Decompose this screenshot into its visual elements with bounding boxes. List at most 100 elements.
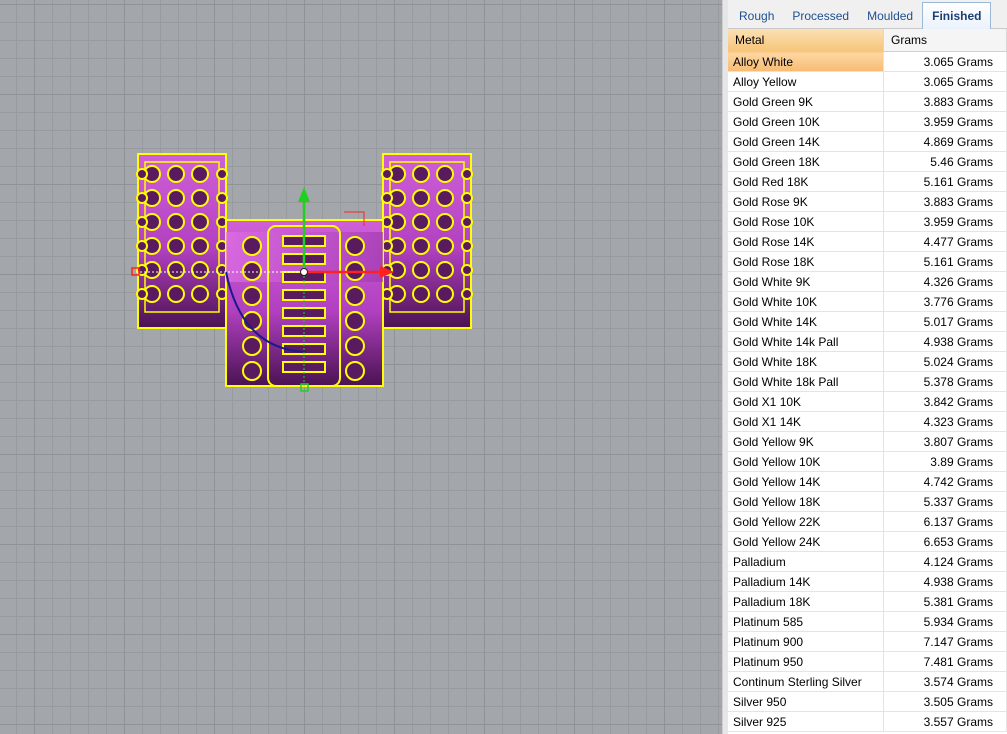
table-row[interactable]: Palladium 4.124 Grams xyxy=(728,551,1007,572)
metal-cell: Gold White 14K xyxy=(728,311,884,332)
metal-cell: Alloy Yellow xyxy=(728,71,884,92)
table-row[interactable]: Gold Green 14K 4.869 Grams xyxy=(728,131,1007,152)
table-row[interactable]: Gold White 9K 4.326 Grams xyxy=(728,271,1007,292)
grams-cell: 3.505 Grams xyxy=(883,691,1007,712)
table-row[interactable]: Gold Rose 18K 5.161 Grams xyxy=(728,251,1007,272)
grams-cell: 3.842 Grams xyxy=(883,391,1007,412)
metal-cell: Gold Rose 9K xyxy=(728,191,884,212)
metal-weight-table: Metal Grams Alloy White 3.065 Grams Alloy … xyxy=(728,29,1007,732)
table-row[interactable]: Gold Rose 10K 3.959 Grams xyxy=(728,211,1007,232)
table-row[interactable]: Gold White 18k Pall 5.378 Grams xyxy=(728,371,1007,392)
metal-cell: Continum Sterling Silver xyxy=(728,671,884,692)
grams-cell: 3.776 Grams xyxy=(883,291,1007,312)
grams-cell: 5.017 Grams xyxy=(883,311,1007,332)
table-row[interactable]: Gold Rose 9K 3.883 Grams xyxy=(728,191,1007,212)
grams-cell: 4.938 Grams xyxy=(883,571,1007,592)
grams-cell: 5.024 Grams xyxy=(883,351,1007,372)
weight-panel: Rough Processed Moulded Finished Metal G… xyxy=(728,0,1007,734)
metal-cell: Gold Green 18K xyxy=(728,151,884,172)
grams-cell: 3.574 Grams xyxy=(883,671,1007,692)
table-row[interactable]: Platinum 900 7.147 Grams xyxy=(728,631,1007,652)
metal-cell: Silver 925 xyxy=(728,711,884,732)
metal-cell: Gold Green 10K xyxy=(728,111,884,132)
ring-left-block xyxy=(136,153,228,329)
tab-finished[interactable]: Finished xyxy=(922,2,992,29)
grams-cell: 3.065 Grams xyxy=(883,71,1007,92)
metal-cell: Gold Rose 10K xyxy=(728,211,884,232)
table-row[interactable]: Gold Yellow 9K 3.807 Grams xyxy=(728,431,1007,452)
weight-tabs: Rough Processed Moulded Finished xyxy=(728,0,1007,29)
tab-processed[interactable]: Processed xyxy=(783,4,858,28)
tab-rough[interactable]: Rough xyxy=(730,4,783,28)
grams-cell: 5.934 Grams xyxy=(883,611,1007,632)
metal-cell: Gold Yellow 9K xyxy=(728,431,884,452)
table-row[interactable]: Gold X1 14K 4.323 Grams xyxy=(728,411,1007,432)
table-row[interactable]: Gold White 10K 3.776 Grams xyxy=(728,291,1007,312)
grams-cell: 4.323 Grams xyxy=(883,411,1007,432)
table-row[interactable]: Alloy White 3.065 Grams xyxy=(728,51,1007,72)
table-row[interactable]: Gold Yellow 18K 5.337 Grams xyxy=(728,491,1007,512)
metal-cell: Gold White 10K xyxy=(728,291,884,312)
metal-cell: Palladium xyxy=(728,551,884,572)
table-row[interactable]: Continum Sterling Silver 3.574 Grams xyxy=(728,671,1007,692)
table-row[interactable]: Gold Rose 14K 4.477 Grams xyxy=(728,231,1007,252)
grams-cell: 5.337 Grams xyxy=(883,491,1007,512)
table-row[interactable]: Platinum 950 7.481 Grams xyxy=(728,651,1007,672)
table-row[interactable]: Gold White 14K 5.017 Grams xyxy=(728,311,1007,332)
grams-cell: 3.959 Grams xyxy=(883,211,1007,232)
table-row[interactable]: Silver 950 3.505 Grams xyxy=(728,691,1007,712)
metal-cell: Gold Green 9K xyxy=(728,91,884,112)
grams-cell: 3.807 Grams xyxy=(883,431,1007,452)
metal-cell: Gold White 18K xyxy=(728,351,884,372)
table-row[interactable]: Gold White 14k Pall 4.938 Grams xyxy=(728,331,1007,352)
metal-cell: Palladium 14K xyxy=(728,571,884,592)
table-row[interactable]: Gold Green 18K 5.46 Grams xyxy=(728,151,1007,172)
grams-cell: 3.065 Grams xyxy=(883,51,1007,72)
metal-cell: Gold X1 10K xyxy=(728,391,884,412)
metal-cell: Platinum 585 xyxy=(728,611,884,632)
grams-cell: 6.137 Grams xyxy=(883,511,1007,532)
table-row[interactable]: Alloy Yellow 3.065 Grams xyxy=(728,71,1007,92)
metal-cell: Alloy White xyxy=(728,51,884,72)
grams-cell: 4.938 Grams xyxy=(883,331,1007,352)
table-row[interactable]: Gold Yellow 14K 4.742 Grams xyxy=(728,471,1007,492)
table-row[interactable]: Palladium 14K 4.938 Grams xyxy=(728,571,1007,592)
table-row[interactable]: Gold Red 18K 5.161 Grams xyxy=(728,171,1007,192)
table-row[interactable]: Gold Yellow 22K 6.137 Grams xyxy=(728,511,1007,532)
table-row[interactable]: Gold Yellow 24K 6.653 Grams xyxy=(728,531,1007,552)
model-canvas[interactable] xyxy=(0,0,722,734)
metal-cell: Gold White 14k Pall xyxy=(728,331,884,352)
table-row[interactable]: Gold Yellow 10K 3.89 Grams xyxy=(728,451,1007,472)
grams-cell: 4.124 Grams xyxy=(883,551,1007,572)
table-row[interactable]: Palladium 18K 5.381 Grams xyxy=(728,591,1007,612)
metal-cell: Gold Yellow 18K xyxy=(728,491,884,512)
grams-cell: 7.481 Grams xyxy=(883,651,1007,672)
metal-cell: Gold Yellow 14K xyxy=(728,471,884,492)
metal-cell: Gold Yellow 22K xyxy=(728,511,884,532)
metal-cell: Palladium 18K xyxy=(728,591,884,612)
grams-cell: 4.869 Grams xyxy=(883,131,1007,152)
grams-cell: 6.653 Grams xyxy=(883,531,1007,552)
table-row[interactable]: Platinum 585 5.934 Grams xyxy=(728,611,1007,632)
metal-cell: Gold White 18k Pall xyxy=(728,371,884,392)
table-row[interactable]: Gold Green 9K 3.883 Grams xyxy=(728,91,1007,112)
metal-cell: Gold Yellow 24K xyxy=(728,531,884,552)
table-row[interactable]: Silver 925 3.557 Grams xyxy=(728,711,1007,732)
table-row[interactable]: Gold White 18K 5.024 Grams xyxy=(728,351,1007,372)
column-header-grams[interactable]: Grams xyxy=(883,29,1007,52)
grams-cell: 5.161 Grams xyxy=(883,251,1007,272)
grams-cell: 7.147 Grams xyxy=(883,631,1007,652)
3d-viewport[interactable] xyxy=(0,0,722,734)
grams-cell: 4.326 Grams xyxy=(883,271,1007,292)
metal-cell: Gold Red 18K xyxy=(728,171,884,192)
grams-cell: 5.381 Grams xyxy=(883,591,1007,612)
column-header-metal[interactable]: Metal xyxy=(728,29,884,52)
metal-cell: Silver 950 xyxy=(728,691,884,712)
tab-moulded[interactable]: Moulded xyxy=(858,4,922,28)
grams-cell: 4.477 Grams xyxy=(883,231,1007,252)
table-row[interactable]: Gold X1 10K 3.842 Grams xyxy=(728,391,1007,412)
metal-cell: Gold White 9K xyxy=(728,271,884,292)
grams-cell: 5.378 Grams xyxy=(883,371,1007,392)
table-row[interactable]: Gold Green 10K 3.959 Grams xyxy=(728,111,1007,132)
grams-cell: 3.557 Grams xyxy=(883,711,1007,732)
